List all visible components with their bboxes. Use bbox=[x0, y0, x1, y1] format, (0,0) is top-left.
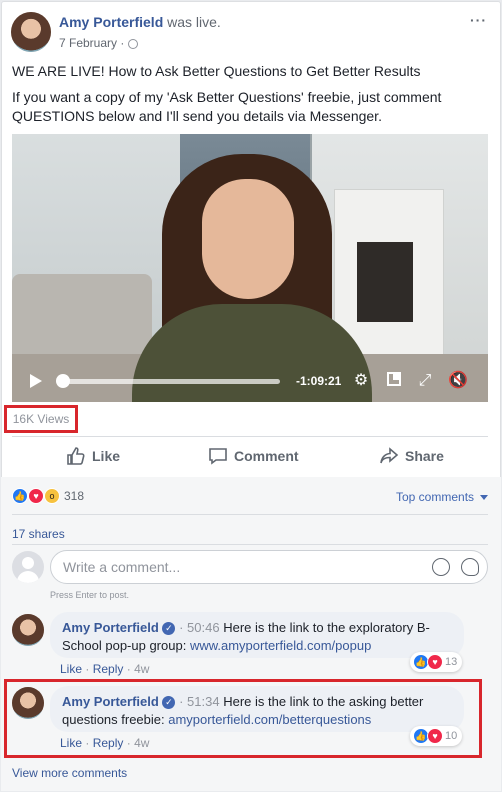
comment-reactions[interactable]: 👍 ♥ 10 bbox=[410, 726, 463, 746]
comment-timestamp[interactable]: 51:34 bbox=[187, 694, 220, 709]
post-action-text: was live. bbox=[167, 14, 221, 30]
more-options-icon[interactable]: ··· bbox=[470, 12, 487, 28]
commenter-avatar[interactable] bbox=[12, 614, 44, 646]
comment-actions: Like · Reply · 4w bbox=[60, 662, 150, 676]
settings-icon[interactable]: ⚙ bbox=[352, 372, 370, 390]
presenter bbox=[202, 179, 294, 299]
love-reaction-icon: ♥ bbox=[427, 728, 443, 744]
seek-bar[interactable] bbox=[60, 379, 280, 384]
comment-bubble: Amy Porterfield ✓ · 51:34 Here is the li… bbox=[50, 686, 464, 732]
reaction-count: 318 bbox=[64, 489, 85, 503]
fireplace bbox=[334, 189, 444, 359]
comment-bubble: Amy Porterfield ✓ · 50:46 Here is the li… bbox=[50, 612, 464, 658]
like-reaction-icon: 👍 bbox=[12, 488, 28, 504]
sort-label: Top comments bbox=[396, 490, 475, 504]
comment-timestamp-dot: · bbox=[179, 694, 184, 709]
comment-timestamp[interactable]: 50:46 bbox=[187, 620, 220, 635]
like-label: Like bbox=[92, 448, 121, 464]
post-date[interactable]: 7 February bbox=[59, 36, 117, 50]
comment-label: Comment bbox=[234, 448, 299, 464]
comment-author[interactable]: Amy Porterfield bbox=[62, 694, 159, 709]
live-video-player[interactable]: -1:09:21 ⚙ ⤢ 🔇 bbox=[12, 134, 488, 402]
comment-reaction-count: 13 bbox=[445, 656, 458, 668]
comment-timestamp-dot: · bbox=[179, 620, 184, 635]
caret-down-icon bbox=[480, 495, 489, 501]
video-controls: -1:09:21 ⚙ ⤢ 🔇 bbox=[12, 366, 488, 396]
comment-like-link[interactable]: Like bbox=[60, 662, 82, 676]
like-button[interactable]: Like bbox=[66, 440, 120, 472]
post-headline: WE ARE LIVE! How to Ask Better Questions… bbox=[12, 63, 421, 79]
comment-like-link[interactable]: Like bbox=[60, 736, 82, 750]
mute-icon[interactable]: 🔇 bbox=[448, 372, 468, 390]
comment-input[interactable]: Write a comment... bbox=[50, 550, 488, 584]
comment-button[interactable]: Comment bbox=[208, 440, 299, 472]
top-comments-dropdown[interactable]: Top comments bbox=[396, 490, 489, 504]
comment-link[interactable]: www.amyporterfield.com/popup bbox=[190, 638, 371, 653]
commenter-avatar[interactable] bbox=[12, 687, 44, 719]
play-icon[interactable] bbox=[30, 374, 42, 388]
love-reaction-icon: ♥ bbox=[28, 488, 44, 504]
view-more-comments-link[interactable]: View more comments bbox=[12, 766, 127, 780]
author-name[interactable]: Amy Porterfield bbox=[59, 14, 163, 30]
emoji-icon[interactable] bbox=[432, 558, 450, 576]
fullscreen-icon[interactable]: ⤢ bbox=[416, 372, 434, 390]
comment-reply-link[interactable]: Reply bbox=[93, 736, 124, 750]
reaction-summary[interactable]: 👍 ♥ o 318 bbox=[12, 488, 84, 504]
sofa bbox=[12, 274, 152, 364]
view-count: 16K Views bbox=[4, 405, 78, 433]
verified-badge-icon: ✓ bbox=[162, 696, 176, 710]
viewer-avatar bbox=[12, 551, 44, 583]
comment-link[interactable]: amyporterfield.com/betterquestions bbox=[168, 712, 371, 727]
composer-hint: Press Enter to post. bbox=[50, 590, 130, 600]
post-header: Amy Porterfield was live. 7 February · ·… bbox=[11, 12, 489, 56]
love-reaction-icon: ♥ bbox=[427, 654, 443, 670]
comment-placeholder: Write a comment... bbox=[63, 559, 181, 575]
comment-age[interactable]: 4w bbox=[134, 736, 149, 750]
comment-author[interactable]: Amy Porterfield bbox=[62, 620, 159, 635]
comment-age[interactable]: 4w bbox=[134, 662, 149, 676]
wow-reaction-icon: o bbox=[44, 488, 60, 504]
seek-handle[interactable] bbox=[56, 374, 70, 388]
verified-badge-icon: ✓ bbox=[162, 622, 176, 636]
date-separator: · bbox=[120, 36, 125, 50]
speech-bubble-icon bbox=[209, 448, 227, 465]
globe-icon bbox=[127, 38, 138, 49]
share-arrow-icon bbox=[380, 447, 399, 464]
sticker-icon[interactable] bbox=[461, 558, 479, 576]
post-body: If you want a copy of my 'Ask Better Que… bbox=[12, 89, 442, 124]
thumbs-up-icon bbox=[67, 447, 85, 465]
comment-reaction-count: 10 bbox=[445, 730, 458, 742]
divider bbox=[12, 436, 488, 437]
picture-in-picture-icon[interactable] bbox=[385, 372, 403, 390]
share-label: Share bbox=[405, 448, 444, 464]
comment-reply-link[interactable]: Reply bbox=[93, 662, 124, 676]
author-avatar[interactable] bbox=[11, 12, 51, 52]
share-button[interactable]: Share bbox=[379, 440, 444, 472]
time-remaining: -1:09:21 bbox=[296, 374, 342, 388]
shares-count[interactable]: 17 shares bbox=[12, 527, 65, 541]
comment-reactions[interactable]: 👍 ♥ 13 bbox=[410, 652, 463, 672]
comment-actions: Like · Reply · 4w bbox=[60, 736, 150, 750]
